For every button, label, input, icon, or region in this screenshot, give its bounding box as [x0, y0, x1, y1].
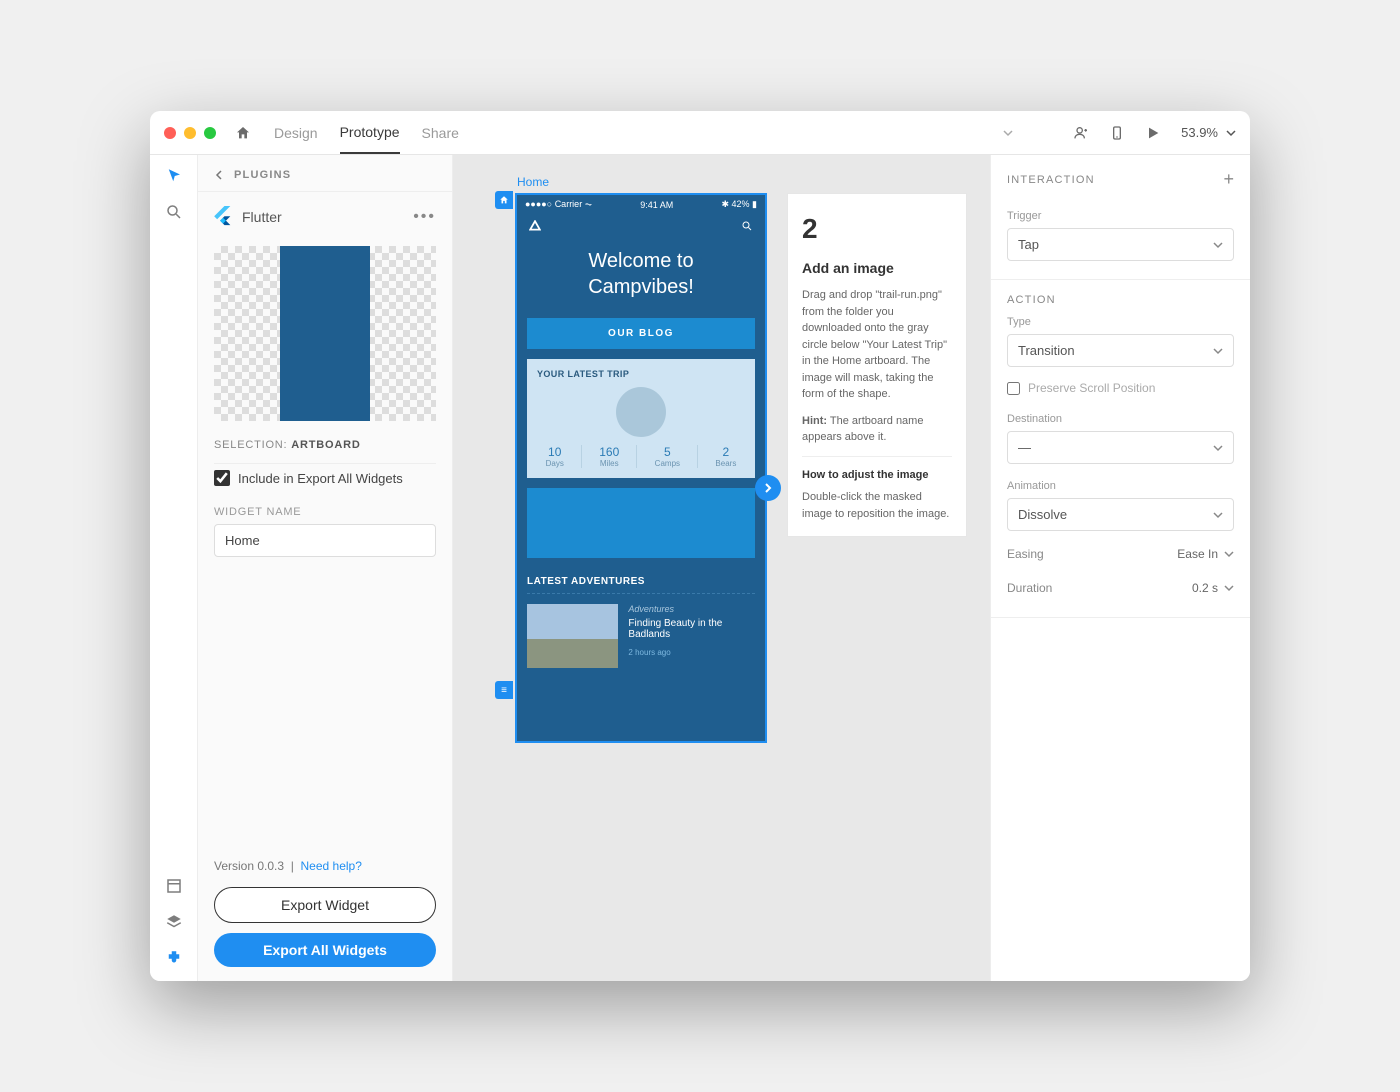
flutter-logo-icon: [214, 206, 232, 228]
add-interaction-button[interactable]: +: [1223, 169, 1234, 190]
tutorial-heading: Add an image: [802, 258, 952, 279]
chevron-down-icon: [1213, 443, 1223, 453]
action-header: ACTION: [991, 284, 1250, 306]
artboard-thumbnail: [214, 246, 436, 421]
trip-stats: 10Days 160Miles 5Camps 2Bears: [537, 445, 745, 468]
chevron-down-icon: [1224, 549, 1234, 559]
map-card: [527, 488, 755, 558]
plugins-icon[interactable]: [165, 949, 183, 967]
export-all-widgets-button[interactable]: Export All Widgets: [214, 933, 436, 967]
mode-tabs: Design Prototype Share: [274, 112, 459, 154]
trip-card: YOUR LATEST TRIP 10Days 160Miles 5Camps …: [527, 359, 755, 478]
trigger-label: Trigger: [991, 200, 1250, 228]
widget-name-label: WIDGET NAME: [198, 500, 452, 524]
chevron-down-icon: [1226, 128, 1236, 138]
traffic-lights: [164, 127, 216, 139]
adventure-image: [527, 604, 618, 668]
artboard-home[interactable]: ●●●●○ Carrier ⏦ 9:41 AM ✱ 42% ▮ Welcome …: [515, 193, 767, 743]
app-window: Design Prototype Share 53.9%: [150, 111, 1250, 981]
panel-header: PLUGINS: [198, 155, 452, 192]
preserve-scroll-checkbox[interactable]: Preserve Scroll Position: [991, 373, 1250, 403]
export-widget-button[interactable]: Export Widget: [214, 887, 436, 923]
destination-label: Destination: [991, 403, 1250, 431]
easing-row: Easing Ease In: [991, 537, 1250, 571]
include-export-checkbox[interactable]: Include in Export All Widgets: [198, 464, 452, 500]
maximize-window[interactable]: [204, 127, 216, 139]
canvas[interactable]: Home ≡ ●●●●○ Carrier ⏦ 9:41 AM ✱ 42% ▮ W…: [453, 155, 990, 981]
widget-name-input[interactable]: [214, 524, 436, 557]
help-link[interactable]: Need help?: [301, 859, 362, 873]
duration-row: Duration 0.2 s: [991, 571, 1250, 605]
tab-design[interactable]: Design: [274, 113, 318, 153]
chevron-down-icon: [1213, 240, 1223, 250]
trip-title: YOUR LATEST TRIP: [537, 369, 745, 379]
tool-rail: [150, 155, 198, 981]
device-preview-icon[interactable]: [1109, 125, 1125, 141]
chevron-down-icon: [1213, 346, 1223, 356]
close-window[interactable]: [164, 127, 176, 139]
zoom-value: 53.9%: [1181, 125, 1218, 140]
trigger-select[interactable]: Tap: [1007, 228, 1234, 261]
animation-select[interactable]: Dissolve: [1007, 498, 1234, 531]
pointer-tool-icon[interactable]: [165, 167, 183, 185]
play-icon[interactable]: [1145, 125, 1161, 141]
version-row: Version 0.0.3 | Need help?: [214, 859, 436, 877]
search-icon[interactable]: [165, 203, 183, 221]
app-body: PLUGINS Flutter ••• SELECTION: ARTBOARD …: [150, 155, 1250, 981]
segment-marker-icon[interactable]: ≡: [495, 681, 513, 699]
welcome-text: Welcome toCampvibes!: [517, 238, 765, 318]
tutorial-step-number: 2: [802, 208, 952, 250]
tutorial-body1: Drag and drop "trail-run.png" from the f…: [802, 287, 952, 403]
selection-label: SELECTION: ARTBOARD: [198, 435, 452, 463]
panel-footer: Version 0.0.3 | Need help? Export Widget…: [198, 845, 452, 981]
app-logo-icon: [529, 220, 541, 232]
prototype-handle[interactable]: [755, 475, 781, 501]
back-caret-icon[interactable]: [214, 170, 224, 180]
panel-title: PLUGINS: [234, 169, 291, 181]
destination-select[interactable]: —: [1007, 431, 1234, 464]
zoom-selector[interactable]: 53.9%: [1181, 125, 1236, 140]
type-select[interactable]: Transition: [1007, 334, 1234, 367]
titlebar-actions: 53.9%: [1073, 125, 1236, 141]
chevron-down-icon[interactable]: [1003, 128, 1013, 138]
plugin-name: Flutter: [242, 209, 403, 225]
chevron-down-icon: [1213, 510, 1223, 520]
minimize-window[interactable]: [184, 127, 196, 139]
easing-select[interactable]: Ease In: [1177, 547, 1234, 561]
adventure-card: Adventures Finding Beauty in the Badland…: [527, 593, 755, 668]
titlebar: Design Prototype Share 53.9%: [150, 111, 1250, 155]
right-panel: INTERACTION + Trigger Tap ACTION Type Tr…: [990, 155, 1250, 981]
blog-button: OUR BLOG: [527, 318, 755, 349]
app-header: [517, 214, 765, 238]
status-bar: ●●●●○ Carrier ⏦ 9:41 AM ✱ 42% ▮: [517, 195, 765, 214]
search-icon: [741, 220, 753, 232]
type-label: Type: [991, 306, 1250, 334]
tab-prototype[interactable]: Prototype: [340, 112, 400, 154]
plugin-row: Flutter •••: [198, 192, 452, 242]
plugin-menu-icon[interactable]: •••: [413, 208, 436, 226]
animation-label: Animation: [991, 470, 1250, 498]
invite-icon[interactable]: [1073, 125, 1089, 141]
layers-icon[interactable]: [165, 913, 183, 931]
trip-image-placeholder: [616, 387, 666, 437]
adventures-title: LATEST ADVENTURES: [517, 568, 765, 593]
assets-icon[interactable]: [165, 877, 183, 895]
home-icon[interactable]: [234, 125, 252, 141]
interaction-header: INTERACTION +: [991, 155, 1250, 200]
chevron-down-icon: [1224, 583, 1234, 593]
include-export-input[interactable]: [214, 470, 230, 486]
left-panel: PLUGINS Flutter ••• SELECTION: ARTBOARD …: [198, 155, 453, 981]
tab-share[interactable]: Share: [422, 113, 459, 153]
home-marker-icon[interactable]: [495, 191, 513, 209]
tutorial-card: 2 Add an image Drag and drop "trail-run.…: [787, 193, 967, 537]
artboard-label[interactable]: Home: [517, 175, 549, 189]
duration-select[interactable]: 0.2 s: [1192, 581, 1234, 595]
